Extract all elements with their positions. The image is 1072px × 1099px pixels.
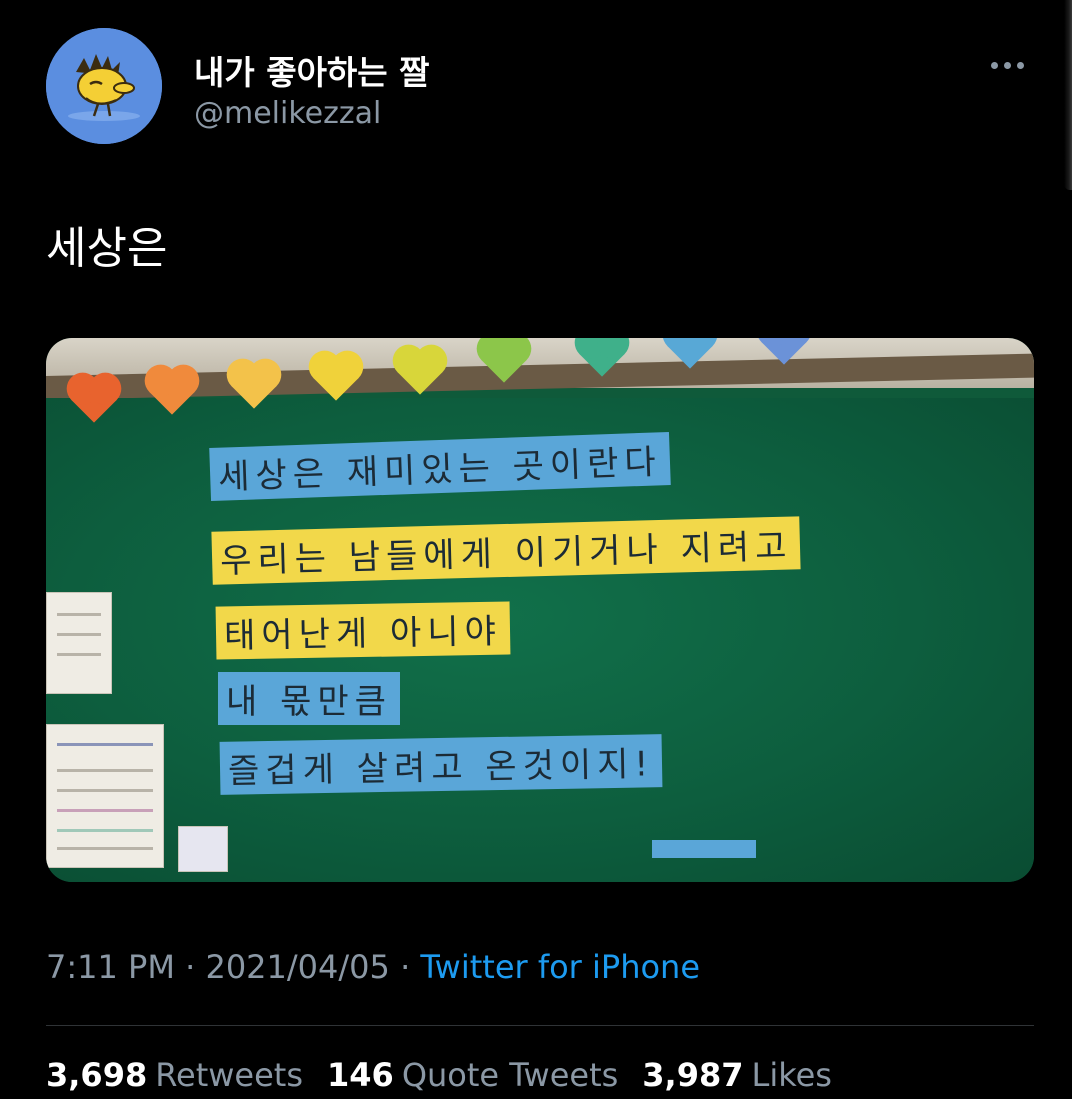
paper-heart <box>313 355 359 401</box>
more-horizontal-icon <box>990 61 998 69</box>
retweets-label: Retweets <box>155 1056 304 1094</box>
tweet-source-link[interactable]: Twitter for iPhone <box>420 948 700 986</box>
display-name[interactable]: 내가 좋아하는 짤 <box>194 46 430 94</box>
more-options-button[interactable] <box>984 50 1030 80</box>
tweet-header: 내가 좋아하는 짤 @melikezzal <box>46 24 1036 156</box>
tweet-stats: 3,698 Retweets 146 Quote Tweets 3,987 Likes <box>46 1056 832 1094</box>
likes-count: 3,987 <box>642 1056 744 1094</box>
likes-stat[interactable]: 3,987 Likes <box>642 1056 832 1094</box>
retweets-stat[interactable]: 3,698 Retweets <box>46 1056 303 1094</box>
meta-separator: · <box>389 948 421 986</box>
more-horizontal-icon-dot <box>1003 61 1011 69</box>
tweet-text: 세상은 <box>46 223 168 274</box>
avatar[interactable] <box>46 28 162 144</box>
likes-label: Likes <box>751 1056 832 1094</box>
more-horizontal-icon-dot <box>1016 61 1024 69</box>
quote-tweets-label: Quote Tweets <box>401 1056 619 1094</box>
board-line-4: 내 몫만큼 <box>218 672 400 725</box>
tweet-photo[interactable]: 세상은 재미있는 곳이란다 우리는 남들에게 이기거나 지려고 태어난게 아니야… <box>46 338 1034 882</box>
photo-small-card <box>178 826 228 872</box>
retweets-count: 3,698 <box>46 1056 148 1094</box>
tweet-meta: 7:11 PM · 2021/04/05 · Twitter for iPhon… <box>46 948 700 986</box>
photo-notice-paper <box>46 592 112 694</box>
board-line-3: 태어난게 아니야 <box>215 601 511 660</box>
board-line-5: 즐겁게 살려고 온것이지! <box>219 734 663 795</box>
tweet-date[interactable]: 2021/04/05 <box>205 948 389 986</box>
scroll-edge <box>1064 0 1072 190</box>
quote-tweets-count: 146 <box>327 1056 394 1094</box>
tweet-time[interactable]: 7:11 PM <box>46 948 175 986</box>
photo-notice-paper <box>46 724 164 868</box>
photo-small-label <box>652 840 756 858</box>
quote-tweets-stat[interactable]: 146 Quote Tweets <box>327 1056 618 1094</box>
meta-separator: · <box>174 948 206 986</box>
divider <box>46 1025 1034 1026</box>
user-handle[interactable]: @melikezzal <box>194 96 381 131</box>
woodstock-avatar-icon <box>46 28 162 144</box>
